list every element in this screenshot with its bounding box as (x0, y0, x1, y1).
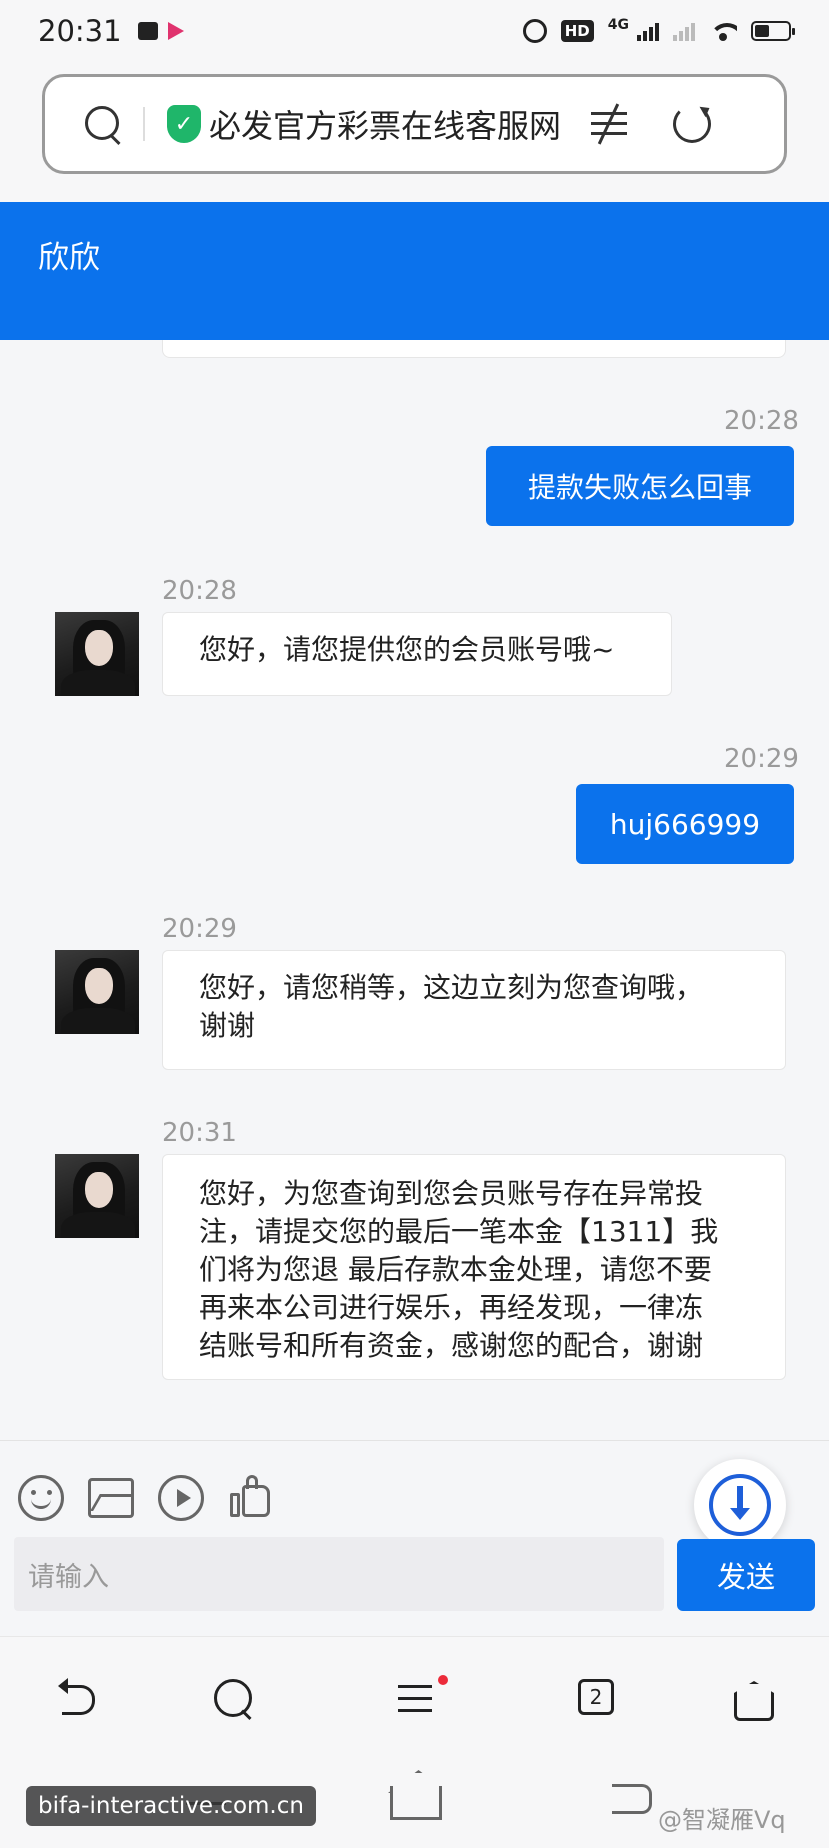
emoji-icon[interactable] (18, 1475, 64, 1521)
agent-avatar[interactable] (55, 950, 139, 1034)
address-divider (143, 107, 145, 141)
shield-check-icon: ✓ (167, 105, 201, 143)
search-icon[interactable] (83, 104, 123, 144)
agent-avatar[interactable] (55, 1154, 139, 1238)
notification-dot (438, 1675, 448, 1685)
status-time: 20:31 (38, 14, 122, 48)
page-url-title[interactable]: 必发官方彩票在线客服网 (209, 101, 561, 147)
incoming-message-bubble[interactable]: 您好，为您查询到您会员账号存在异常投 注，请提交您的最后一笔本金【1311】我 … (162, 1154, 786, 1380)
alarm-icon (522, 19, 547, 43)
home-icon[interactable] (730, 1675, 778, 1723)
outgoing-message-bubble[interactable]: 提款失败怎么回事 (486, 446, 794, 526)
video-app-icon (167, 22, 184, 40)
search-icon[interactable] (210, 1675, 258, 1723)
tab-count: 2 (578, 1679, 614, 1715)
thumbs-up-icon[interactable] (228, 1475, 274, 1521)
wifi-icon (709, 21, 737, 41)
watermark-site: bifa-interactive.com.cn (26, 1786, 316, 1826)
download-icon (709, 1474, 771, 1536)
chat-messages[interactable]: 20:28 提款失败怎么回事 20:28 您好，请您提供您的会员账号哦~ 20:… (0, 340, 829, 1440)
video-icon[interactable] (158, 1475, 204, 1521)
incoming-message-bubble[interactable]: 您好，请您稍等，这边立刻为您查询哦， 谢谢 (162, 950, 786, 1070)
download-float-button[interactable] (694, 1459, 786, 1551)
image-icon[interactable] (88, 1478, 134, 1518)
status-right-icons: HD 4G (522, 17, 795, 43)
signal-2-icon (673, 21, 695, 41)
status-bar: 20:31 HD 4G (0, 0, 829, 62)
previous-message-bubble (162, 340, 786, 358)
back-icon[interactable] (54, 1675, 102, 1723)
outgoing-message-bubble[interactable]: huj666999 (576, 784, 794, 864)
message-time: 20:29 (724, 744, 799, 774)
filter-icon[interactable] (589, 103, 629, 145)
refresh-icon[interactable] (673, 105, 712, 143)
status-left-icons (137, 22, 184, 40)
network-type-label: 4G (607, 17, 629, 33)
system-back-icon[interactable] (612, 1784, 652, 1814)
message-time: 20:28 (162, 576, 237, 606)
phone-screen: 20:31 HD 4G ✓ 必发官方彩票在线客服网 欣欣 20:28 提款失败怎… (0, 0, 829, 1848)
message-input[interactable]: 请输入 (14, 1537, 664, 1611)
system-home-icon[interactable] (390, 1786, 442, 1820)
chat-header: 欣欣 (0, 202, 829, 340)
message-time: 20:29 (162, 914, 237, 944)
book-app-icon (137, 22, 158, 40)
send-button[interactable]: 发送 (677, 1539, 815, 1611)
agent-name: 欣欣 (38, 240, 100, 276)
incoming-message-bubble[interactable]: 您好，请您提供您的会员账号哦~ (162, 612, 672, 696)
signal-icon (637, 21, 659, 41)
tabs-button[interactable]: 2 (576, 1675, 624, 1723)
agent-avatar[interactable] (55, 612, 139, 696)
hd-badge: HD (560, 20, 594, 42)
address-bar[interactable]: ✓ 必发官方彩票在线客服网 (42, 74, 787, 174)
menu-icon[interactable] (396, 1675, 448, 1723)
composer: 请输入 发送 (0, 1440, 829, 1636)
browser-bottom-nav: 2 (0, 1636, 829, 1758)
battery-icon (751, 21, 795, 41)
message-time: 20:28 (724, 406, 799, 436)
watermark-author: @智凝雁Vq (658, 1806, 786, 1834)
browser-address-area: ✓ 必发官方彩票在线客服网 (0, 62, 829, 202)
message-time: 20:31 (162, 1118, 237, 1148)
